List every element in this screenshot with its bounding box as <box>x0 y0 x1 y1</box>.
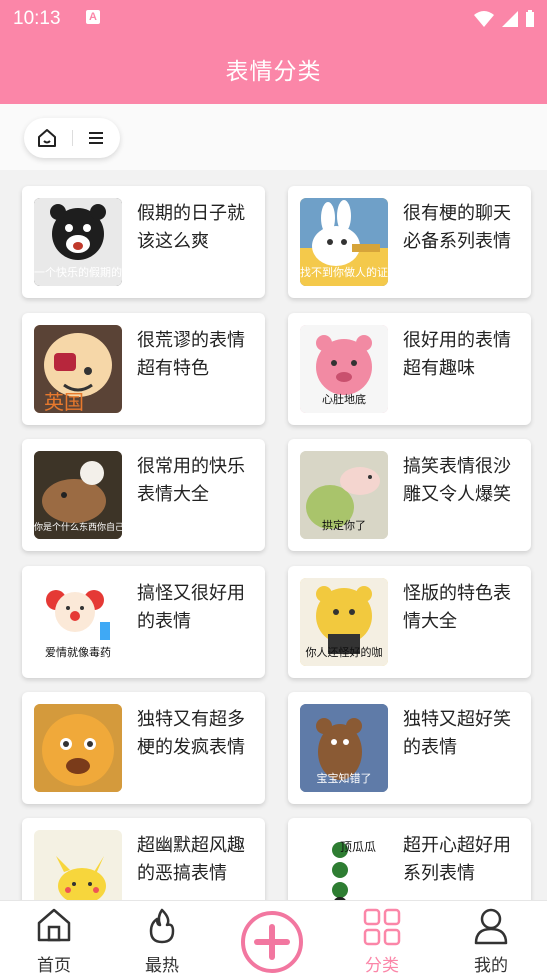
category-title: 独特又超好笑的表情 <box>403 709 511 758</box>
category-card[interactable]: 找不到你做人的证据 很有梗的聊天必备系列表情 <box>288 186 531 298</box>
tab-category[interactable]: 分类 <box>342 901 422 978</box>
category-title: 搞笑表情很沙雕又令人爆笑 <box>403 456 511 505</box>
tab-hot-label: 最热 <box>145 956 179 976</box>
thumbnail-caption: 宝宝知错了 <box>316 772 372 785</box>
category-thumbnail: 一个快乐的假期的开始 <box>34 198 122 286</box>
category-thumbnail: 爱情就像毒药 <box>34 578 122 666</box>
flame-icon <box>149 908 175 944</box>
thumbnail-caption: 心肚地底 <box>322 393 366 406</box>
category-card[interactable]: 你人还怪好的咖 怪版的特色表情大全 <box>288 566 531 678</box>
category-card[interactable]: 一个快乐的假期的开始 假期的日子就该这么爽 <box>22 186 265 298</box>
category-title: 超开心超好用系列表情 <box>403 835 511 884</box>
orange-face-icon <box>34 704 122 792</box>
category-thumbnail: 心肚地底 <box>300 325 388 413</box>
category-card[interactable]: 宝宝知错了 独特又超好笑的表情 <box>288 692 531 804</box>
battery-icon <box>526 10 534 27</box>
category-card[interactable]: 心肚地底 很好用的表情超有趣味 <box>288 313 531 425</box>
toolbar <box>0 104 547 170</box>
wifi-icon <box>474 11 494 27</box>
category-thumbnail <box>34 704 122 792</box>
category-title: 很常用的快乐表情大全 <box>137 456 245 505</box>
thumbnail-caption: 一个快乐的假期的开始 <box>34 266 122 279</box>
tab-mine-label: 我的 <box>474 956 508 976</box>
add-button[interactable] <box>240 910 304 974</box>
status-bar: 10:13 A <box>0 0 547 40</box>
page-title: 表情分类 <box>225 59 322 85</box>
category-title: 很荒谬的表情超有特色 <box>137 330 245 379</box>
category-title: 超幽默超风趣的恶搞表情 <box>137 835 245 884</box>
category-thumbnail: 英国 <box>34 325 122 413</box>
home-icon <box>37 908 71 942</box>
category-card[interactable]: 你是个什么东西你自己清楚！ 很常用的快乐表情大全 <box>22 439 265 551</box>
grid-icon <box>363 908 401 946</box>
menu-icon[interactable] <box>88 130 104 146</box>
svg-text:英国: 英国 <box>44 390 84 413</box>
plus-icon <box>241 911 303 973</box>
status-time: 10:13 <box>13 8 61 29</box>
thumbnail-caption: 你人还怪好的咖 <box>305 646 383 659</box>
category-title: 怪版的特色表情大全 <box>403 583 511 632</box>
tab-hot[interactable]: 最热 <box>122 901 202 978</box>
tab-home-label: 首页 <box>37 956 71 976</box>
category-card[interactable]: 爱情就像毒药 搞怪又很好用的表情 <box>22 566 265 678</box>
thumbnail-caption: 拱定你了 <box>322 519 366 532</box>
category-title: 假期的日子就该这么爽 <box>137 203 245 252</box>
category-card[interactable]: 拱定你了 搞笑表情很沙雕又令人爆笑 <box>288 439 531 551</box>
pill-divider <box>72 130 73 146</box>
category-thumbnail: 宝宝知错了 <box>300 704 388 792</box>
tab-mine[interactable]: 我的 <box>451 901 531 978</box>
category-title: 很有梗的聊天必备系列表情 <box>403 203 511 252</box>
home-icon[interactable] <box>36 128 58 148</box>
thumbnail-caption: 找不到你做人的证据 <box>300 266 388 279</box>
category-title: 搞怪又很好用的表情 <box>137 583 245 632</box>
title-bar: 表情分类 <box>0 40 547 104</box>
nav-pill <box>24 118 120 158</box>
thumbnail-caption: 你是个什么东西你自己清楚！ <box>34 523 122 533</box>
category-title: 独特又有超多梗的发疯表情 <box>137 709 245 758</box>
thumbnail-caption: 爱情就像毒药 <box>45 646 111 659</box>
signal-icon <box>502 11 518 27</box>
anime-girl-icon: 英国 <box>34 325 122 413</box>
category-thumbnail: 拱定你了 <box>300 451 388 539</box>
user-icon <box>474 908 508 945</box>
category-thumbnail: 你是个什么东西你自己清楚！ <box>34 451 122 539</box>
category-title: 很好用的表情超有趣味 <box>403 330 511 379</box>
system-icons <box>473 10 535 28</box>
category-thumbnail: 找不到你做人的证据 <box>300 198 388 286</box>
tab-category-label: 分类 <box>365 956 399 976</box>
category-card[interactable]: 英国 很荒谬的表情超有特色 <box>22 313 265 425</box>
notification-a-icon: A <box>86 10 100 24</box>
category-card[interactable]: 独特又有超多梗的发疯表情 <box>22 692 265 804</box>
category-thumbnail: 你人还怪好的咖 <box>300 578 388 666</box>
tab-home[interactable]: 首页 <box>14 901 94 978</box>
